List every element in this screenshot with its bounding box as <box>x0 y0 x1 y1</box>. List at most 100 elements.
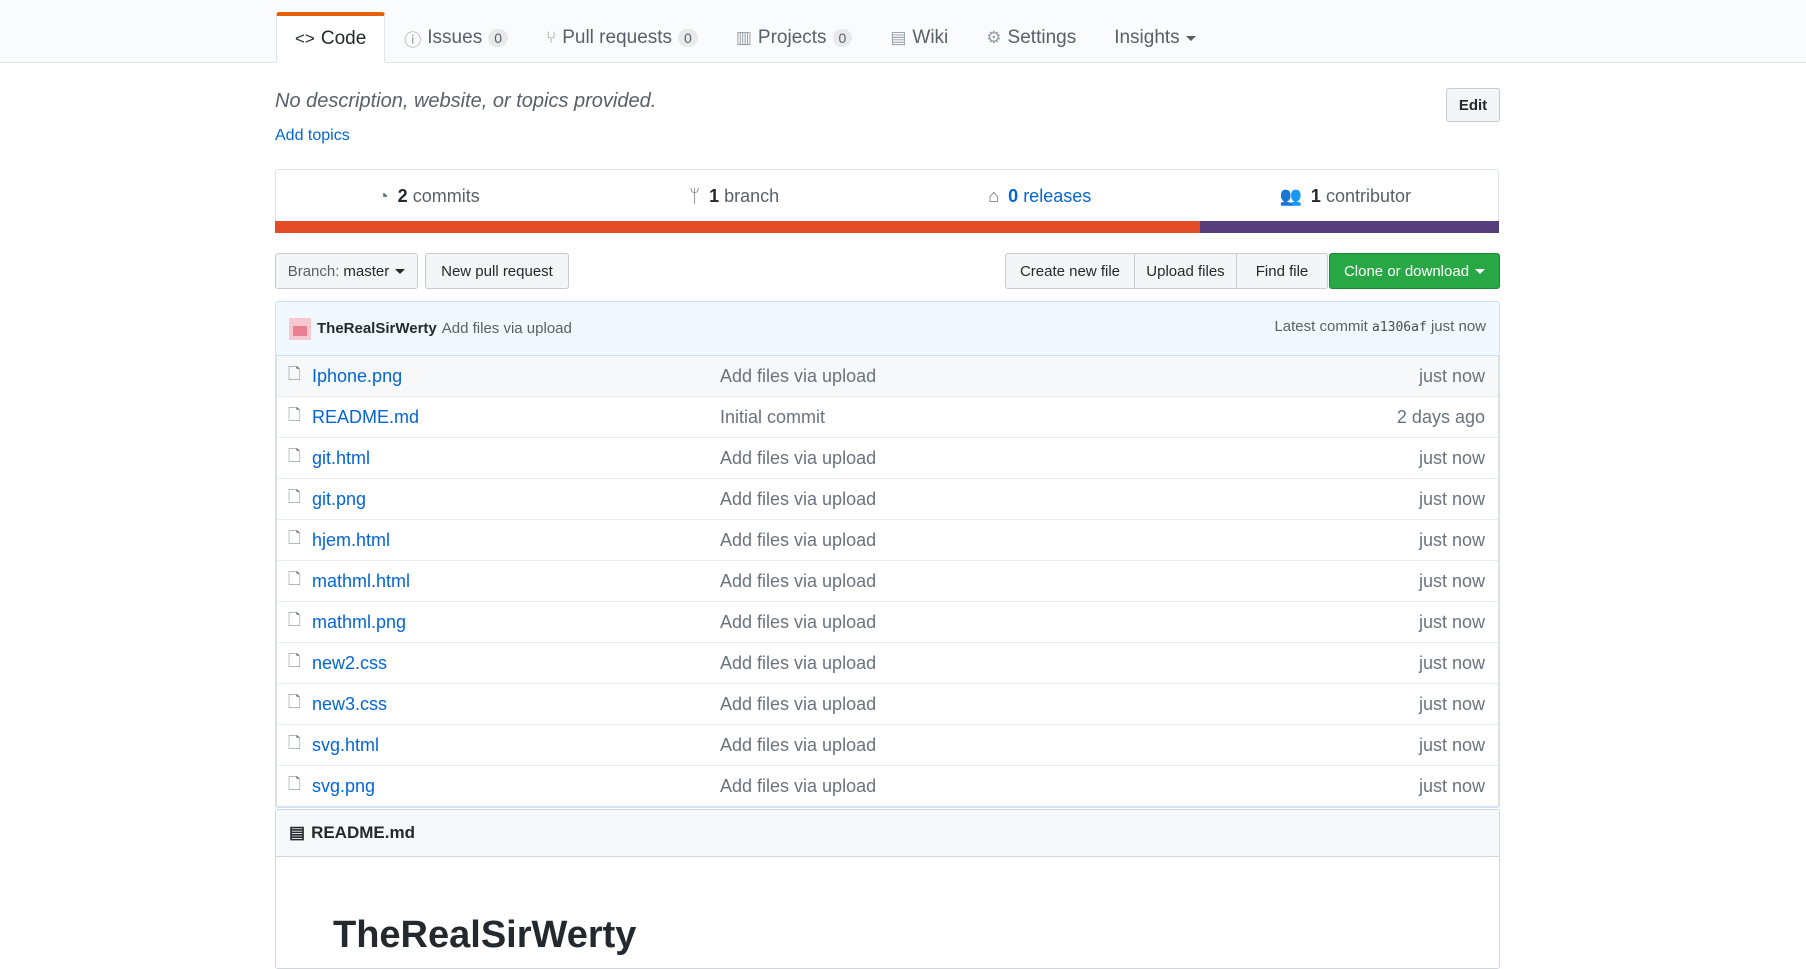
find-file-button[interactable]: Find file <box>1236 253 1328 289</box>
file-row: 🗋 svg.png Add files via upload just now <box>277 765 1498 806</box>
releases-label: releases <box>1023 185 1092 206</box>
chevron-down-icon <box>1185 35 1196 41</box>
tab-projects[interactable]: ▥ Projects 0 <box>717 12 872 62</box>
file-name-link[interactable]: mathml.html <box>312 571 720 592</box>
tab-label: Code <box>320 28 367 49</box>
file-commit-message[interactable]: Add files via upload <box>720 694 876 715</box>
readme-title: README.md <box>311 823 415 842</box>
file-commit-message[interactable]: Add files via upload <box>720 489 876 510</box>
file-commit-message[interactable]: Initial commit <box>720 407 825 428</box>
file-commit-message[interactable]: Add files via upload <box>720 776 876 797</box>
file-age: just now <box>1418 611 1485 632</box>
file-commit-message[interactable]: Add files via upload <box>720 612 876 633</box>
new-pull-request-button[interactable]: New pull request <box>425 253 569 289</box>
commit-meta: Latest commit a1306af just now <box>1274 318 1486 335</box>
avatar[interactable] <box>289 317 311 340</box>
projects-counter: 0 <box>832 29 853 47</box>
file-icon: 🗋 <box>288 775 301 793</box>
file-list: 🗋 Iphone.png Add files via upload just now … <box>276 356 1499 807</box>
tab-wiki[interactable]: ▤ Wiki <box>871 12 967 62</box>
clone-label: Clone or download <box>1343 262 1470 280</box>
file-name-link[interactable]: svg.png <box>312 776 720 797</box>
book-icon: ▤ <box>289 823 306 842</box>
repo-summary: ◔ 2 commits ᛘ 1 branch ⌂ 0 releases 👥 1 … <box>275 169 1499 233</box>
file-commit-message[interactable]: Add files via upload <box>720 366 876 387</box>
file-commit-message[interactable]: Add files via upload <box>720 571 876 592</box>
project-icon: ▥ <box>735 28 752 47</box>
commit-sha[interactable]: a1306af <box>1372 320 1427 335</box>
tab-code[interactable]: <> Code <box>276 12 386 63</box>
releases-link[interactable]: ⌂ 0 releases <box>887 186 1193 207</box>
tab-label: Wiki <box>912 27 949 48</box>
file-name-link[interactable]: svg.html <box>312 735 720 756</box>
file-row: 🗋 new3.css Add files via upload just now <box>277 683 1498 724</box>
gear-icon: ⚙ <box>986 28 1002 47</box>
tab-insights[interactable]: Insights <box>1095 12 1214 62</box>
file-name-link[interactable]: Iphone.png <box>312 366 720 387</box>
repo-tabs: <> Code ⓘ Issues 0 ⑂ Pull requests 0 ▥ P… <box>276 12 1215 63</box>
file-commit-message[interactable]: Add files via upload <box>720 530 876 551</box>
tab-issues[interactable]: ⓘ Issues 0 <box>385 12 527 62</box>
create-new-file-button[interactable]: Create new file <box>1005 253 1135 289</box>
file-row: 🗋 mathml.png Add files via upload just now <box>277 601 1498 642</box>
branches-link[interactable]: ᛘ 1 branch <box>582 186 888 207</box>
file-row: 🗋 mathml.html Add files via upload just now <box>277 560 1498 601</box>
tab-pull-requests[interactable]: ⑂ Pull requests 0 <box>527 12 717 62</box>
file-row: 🗋 hjem.html Add files via upload just now <box>277 519 1498 560</box>
pull-requests-counter: 0 <box>678 29 698 47</box>
branch-prefix: Branch: <box>287 262 340 280</box>
file-browser: TheRealSirWerty Add files via upload Lat… <box>275 301 1500 808</box>
contributor-count: 1 <box>1310 185 1321 206</box>
file-icon: 🗋 <box>288 365 301 383</box>
file-name-link[interactable]: new3.css <box>312 694 720 715</box>
file-row: 🗋 Iphone.png Add files via upload just now <box>277 356 1498 396</box>
file-commit-message[interactable]: Add files via upload <box>720 653 876 674</box>
contributor-label: contributor <box>1325 185 1411 206</box>
file-age: just now <box>1418 570 1485 591</box>
file-row: 🗋 new2.css Add files via upload just now <box>277 642 1498 683</box>
file-row: 🗋 README.md Initial commit 2 days ago <box>277 396 1498 437</box>
tab-label: Issues <box>427 27 483 48</box>
tag-icon: ⌂ <box>988 185 1000 206</box>
file-icon: 🗋 <box>288 529 301 547</box>
file-icon: 🗋 <box>288 693 301 711</box>
file-age: just now <box>1418 488 1485 509</box>
branch-select-button[interactable]: Branch: master <box>275 253 418 289</box>
commits-label: commits <box>412 185 480 206</box>
clone-or-download-button[interactable]: Clone or download <box>1329 253 1500 289</box>
file-icon: 🗋 <box>288 734 301 752</box>
commit-age: just now <box>1430 318 1486 335</box>
language-segment-css <box>1200 221 1499 233</box>
file-age: just now <box>1418 775 1485 796</box>
readme-header: ▤ README.md <box>276 810 1499 857</box>
tab-settings[interactable]: ⚙ Settings <box>967 12 1095 62</box>
file-name-link[interactable]: new2.css <box>312 653 720 674</box>
upload-files-button[interactable]: Upload files <box>1134 253 1237 289</box>
language-segment-html <box>275 221 1201 233</box>
readme-panel: ▤ README.md TheRealSirWerty <box>275 809 1500 969</box>
commits-link[interactable]: ◔ 2 commits <box>276 186 582 207</box>
edit-button[interactable]: Edit <box>1446 88 1500 122</box>
file-icon: 🗋 <box>288 406 301 424</box>
file-icon: 🗋 <box>288 570 301 588</box>
chevron-down-icon <box>395 268 406 274</box>
file-name-link[interactable]: README.md <box>312 407 720 428</box>
file-commit-message[interactable]: Add files via upload <box>720 448 876 469</box>
file-name-link[interactable]: git.html <box>312 448 720 469</box>
contributors-link[interactable]: 👥 1 contributor <box>1193 186 1499 207</box>
commit-author[interactable]: TheRealSirWerty <box>317 320 437 337</box>
file-name-link[interactable]: mathml.png <box>312 612 720 633</box>
repo-description: No description, website, or topics provi… <box>275 90 657 112</box>
file-name-link[interactable]: hjem.html <box>312 530 720 551</box>
tab-label: Insights <box>1114 27 1180 48</box>
tab-label: Pull requests <box>562 27 673 48</box>
file-commit-message[interactable]: Add files via upload <box>720 735 876 756</box>
add-topics-link[interactable]: Add topics <box>275 127 350 145</box>
language-bar[interactable] <box>275 221 1499 233</box>
commit-message[interactable]: Add files via upload <box>442 320 572 337</box>
file-age: just now <box>1418 365 1485 386</box>
branch-icon: ᛘ <box>689 185 701 206</box>
file-name-link[interactable]: git.png <box>312 489 720 510</box>
readme-heading: TheRealSirWerty <box>333 914 637 956</box>
branch-name: master <box>343 262 390 280</box>
